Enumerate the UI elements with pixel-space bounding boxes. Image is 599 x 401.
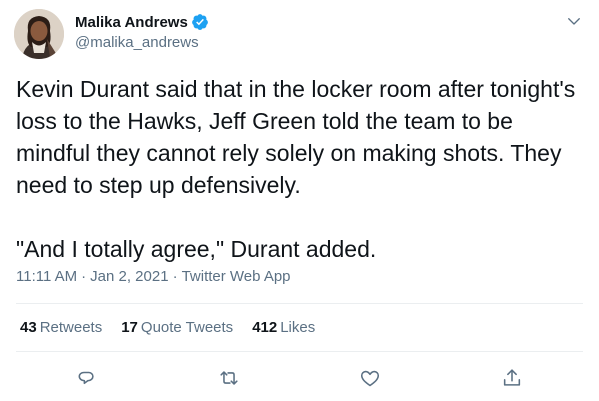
tweet-paragraph: "And I totally agree," Durant added. bbox=[16, 236, 377, 262]
tweet-paragraph: Kevin Durant said that in the locker roo… bbox=[16, 76, 576, 198]
retweets-stat[interactable]: 43 Retweets bbox=[20, 319, 102, 336]
divider bbox=[16, 351, 583, 352]
profile-photo bbox=[14, 9, 64, 59]
likes-label: Likes bbox=[280, 319, 316, 336]
likes-count: 412 bbox=[252, 319, 278, 336]
more-options-chevron-down-icon[interactable] bbox=[565, 12, 583, 30]
avatar[interactable] bbox=[14, 9, 64, 59]
engagement-stats: 43 Retweets 17 Quote Tweets 412 Likes bbox=[20, 319, 334, 336]
name-row: Malika Andrews bbox=[75, 12, 209, 32]
tweet-date[interactable]: Jan 2, 2021 bbox=[90, 268, 168, 285]
quote-tweets-stat[interactable]: 17 Quote Tweets bbox=[121, 319, 233, 336]
retweets-label: Retweets bbox=[39, 319, 103, 336]
divider bbox=[16, 303, 583, 304]
separator: · bbox=[81, 268, 87, 285]
tweet-source[interactable]: Twitter Web App bbox=[182, 268, 291, 285]
likes-stat[interactable]: 412 Likes bbox=[252, 319, 315, 336]
separator: · bbox=[172, 268, 178, 285]
author-handle[interactable]: @malika_andrews bbox=[75, 34, 209, 51]
retweet-icon[interactable] bbox=[218, 367, 240, 389]
like-heart-icon[interactable] bbox=[359, 367, 381, 389]
tweet-metadata: 11:11 AM · Jan 2, 2021 · Twitter Web App bbox=[16, 268, 291, 285]
author-block: Malika Andrews @malika_andrews bbox=[75, 12, 209, 51]
tweet-text: Kevin Durant said that in the locker roo… bbox=[16, 73, 584, 265]
share-icon[interactable] bbox=[501, 367, 523, 389]
retweets-count: 43 bbox=[20, 319, 37, 336]
tweet-card: Malika Andrews @malika_andrews Kevin Dur… bbox=[0, 0, 599, 401]
quote-tweets-label: Quote Tweets bbox=[140, 319, 234, 336]
tweet-time[interactable]: 11:11 AM bbox=[16, 268, 77, 285]
verified-badge-icon bbox=[191, 13, 209, 31]
author-name[interactable]: Malika Andrews bbox=[75, 14, 188, 31]
action-bar bbox=[0, 362, 599, 392]
quote-tweets-count: 17 bbox=[121, 319, 138, 336]
reply-icon[interactable] bbox=[76, 367, 98, 389]
